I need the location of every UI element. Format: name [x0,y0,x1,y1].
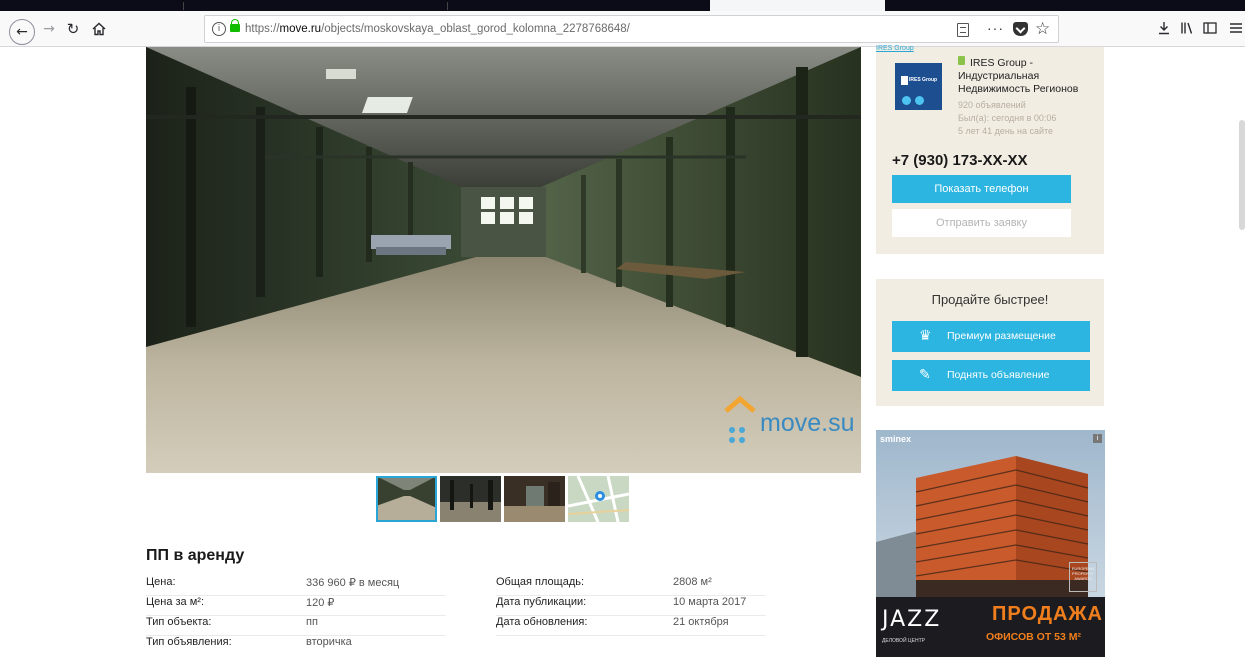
promo-card: Продайте быстрее! ♛ Премиум размещение ✎… [876,279,1104,406]
tab-separator [447,2,448,10]
ad-jazz-logo: JAZZ [882,607,942,632]
tab-separator [183,2,184,10]
param-value-price-per-m2: 120 ₽ [306,597,335,609]
param-value-listing-type: вторичка [306,636,352,648]
thumbnail-map[interactable] [568,476,629,522]
param-label-updated: Дата обновления: [496,616,588,628]
url-prefix: https:// [245,23,280,35]
download-icon[interactable] [1158,21,1170,39]
thumbnail-1[interactable] [376,476,437,522]
thumbnail-3[interactable] [504,476,565,522]
bookmark-star-icon[interactable]: ☆ [1035,19,1050,39]
send-request-button[interactable]: Отправить заявку [892,209,1071,237]
param-value-updated: 21 октября [673,616,729,628]
thumbnail-2[interactable] [440,476,501,522]
page-scrollbar[interactable] [1239,120,1245,230]
ad-sale-subtitle: ОФИСОВ ОТ 53 М² [986,631,1082,643]
ad-info-icon[interactable]: i [1093,434,1102,443]
agent-logo[interactable]: IRES Group [895,63,942,110]
agent-phone: +7 (930) 173-XX-XX [892,152,1028,169]
home-button[interactable] [90,11,108,47]
forward-button[interactable]: → [40,11,58,47]
agent-logo-text: IRES Group [909,77,938,83]
ad-brand: sminex [880,434,912,444]
url-bar[interactable]: i https://move.ru/objects/moskovskaya_ob… [204,15,1059,43]
photo-thumbnails [376,476,629,522]
menu-icon[interactable] [1229,21,1243,39]
library-icon[interactable] [1180,21,1194,39]
main-listing-photo[interactable]: move.su [146,47,861,473]
agent-on-site: 5 лет 41 день на сайте [958,126,1054,136]
ad-jazz-subtitle: ДЕЛОВОЙ ЦЕНТР [882,638,925,644]
param-value-area: 2808 м² [673,576,712,588]
ad-award-badge: EUROPEAN PROPERTY AWARDS [1069,562,1097,592]
raise-listing-label: Поднять объявление [947,369,1050,381]
message-icon [915,96,924,105]
sidebar-icon[interactable] [1203,21,1217,39]
pocket-icon[interactable] [1013,22,1028,36]
agent-last-seen: Был(а): сегодня в 00:06 [958,113,1057,123]
logo-bars-icon [901,76,908,85]
premium-placement-label: Премиум размещение [947,330,1056,342]
ad-sale-headline: ПРОДАЖА [992,603,1103,625]
contact-icons [902,96,924,105]
watermark-text: move.su [760,409,855,437]
active-tab[interactable] [710,0,885,11]
url-host: move.ru [279,23,322,35]
arrow-left-icon: ← [16,24,28,40]
phone-icon [902,96,911,105]
reader-view-icon[interactable] [957,23,969,37]
agent-meta: 920 объявлений Был(а): сегодня в 00:06 5… [958,99,1056,138]
browser-toolbar: ← → ↻ i https://move.ru/objects/moskovsk… [0,11,1245,47]
param-label-area: Общая площадь: [496,576,585,588]
tab-strip [0,0,1245,11]
agent-top-link[interactable]: IRES Group [876,45,1104,52]
page-actions-icon[interactable]: ··· [987,20,1004,36]
param-value-price: 336 960 ₽ в месяц [306,577,400,589]
arrow-right-icon: → [43,21,55,37]
reload-button[interactable]: ↻ [64,11,82,47]
reload-icon: ↻ [66,20,80,38]
agent-listings-count[interactable]: 920 объявлений [958,99,1056,112]
back-button[interactable]: ← [9,19,35,45]
param-label-object-type: Тип объекта: [146,616,212,628]
home-icon [92,22,106,36]
param-row: Цена за м²: 120 ₽ Дата публикации: 10 ма… [146,596,766,618]
param-label-price-per-m2: Цена за м²: [146,596,205,608]
agent-card: IRES Group IRES Group IRES Group - Индус… [876,45,1104,254]
url-path: /objects/moskovskaya_oblast_gorod_kolomn… [321,23,630,35]
sminex-ad-banner[interactable]: sminex i EUROPEAN PROPERTY AWARDS JAZZ Д… [876,430,1105,657]
crown-icon: ♛ [919,328,932,344]
raise-listing-button[interactable]: ✎ Поднять объявление [892,360,1090,391]
param-label-price: Цена: [146,576,176,588]
site-info-icon[interactable]: i [212,22,226,36]
param-row: Тип объявления: вторичка [146,636,766,658]
agent-name[interactable]: IRES Group - Индустриальная Недвижимость… [958,57,1100,96]
param-value-published: 10 марта 2017 [673,596,747,608]
param-label-published: Дата публикации: [496,596,587,608]
show-phone-button[interactable]: Показать телефон [892,175,1071,203]
promo-title: Продайте быстрее! [931,292,1049,307]
param-value-object-type: пп [306,616,318,628]
param-label-listing-type: Тип объявления: [146,636,232,648]
lock-icon[interactable] [230,19,240,32]
ad-bottom-strip: JAZZ ДЕЛОВОЙ ЦЕНТР ПРОДАЖА ОФИСОВ ОТ 53 … [876,597,1105,657]
edit-icon: ✎ [919,367,931,383]
listing-title: ПП в аренду [146,547,245,564]
url-text[interactable]: https://move.ru/objects/moskovskaya_obla… [245,23,630,35]
agent-top-link-text[interactable]: IRES Group [876,45,914,52]
warehouse-photo [146,47,861,473]
premium-placement-button[interactable]: ♛ Премиум размещение [892,321,1090,352]
param-row: Тип объекта: пп Дата обновления: 21 октя… [146,616,766,638]
param-row: Цена: 336 960 ₽ в месяц Общая площадь: 2… [146,576,766,598]
